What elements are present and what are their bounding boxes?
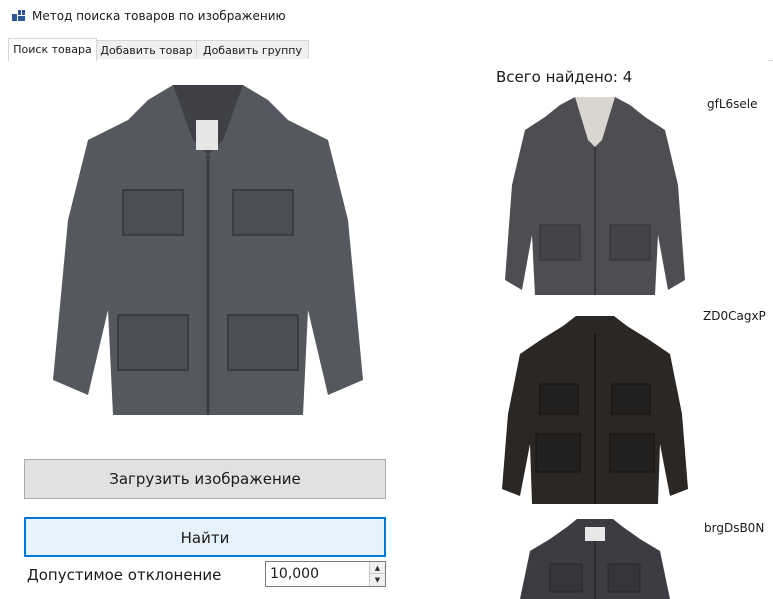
app-icon — [12, 10, 25, 21]
increment-button[interactable]: ▲ — [370, 562, 385, 574]
tolerance-label: Допустимое отклонение — [27, 566, 222, 584]
jacket-icon — [520, 519, 670, 599]
result-image-3[interactable] — [515, 519, 675, 599]
found-count-label: Всего найдено: 4 — [496, 68, 633, 86]
jacket-icon — [53, 85, 363, 415]
tab-add-product[interactable]: Добавить товар — [96, 40, 197, 59]
tab-add-group[interactable]: Добавить группу — [196, 40, 309, 59]
jacket-icon — [502, 316, 688, 504]
title-bar: Метод поиска товаров по изображению — [0, 0, 773, 34]
load-image-button[interactable]: Загрузить изображение — [24, 459, 386, 499]
result-image-2[interactable] — [498, 314, 692, 506]
query-image — [53, 85, 363, 415]
window-title: Метод поиска товаров по изображению — [32, 9, 286, 23]
result-id-2: ZD0CagxP — [703, 309, 766, 323]
find-button[interactable]: Найти — [24, 517, 386, 557]
stepper-buttons: ▲ ▼ — [369, 562, 385, 586]
tab-strip: Поиск товара Добавить товар Добавить гру… — [8, 38, 773, 61]
result-id-1: gfL6sele — [707, 97, 758, 111]
tolerance-value[interactable]: 10,000 — [270, 566, 319, 582]
tab-search-product[interactable]: Поиск товара — [8, 38, 97, 61]
tolerance-stepper[interactable]: 10,000 ▲ ▼ — [265, 561, 386, 587]
result-id-3: brgDsB0N — [704, 521, 765, 535]
decrement-button[interactable]: ▼ — [370, 574, 385, 586]
result-image-1[interactable] — [500, 95, 690, 300]
jacket-icon — [505, 97, 685, 295]
